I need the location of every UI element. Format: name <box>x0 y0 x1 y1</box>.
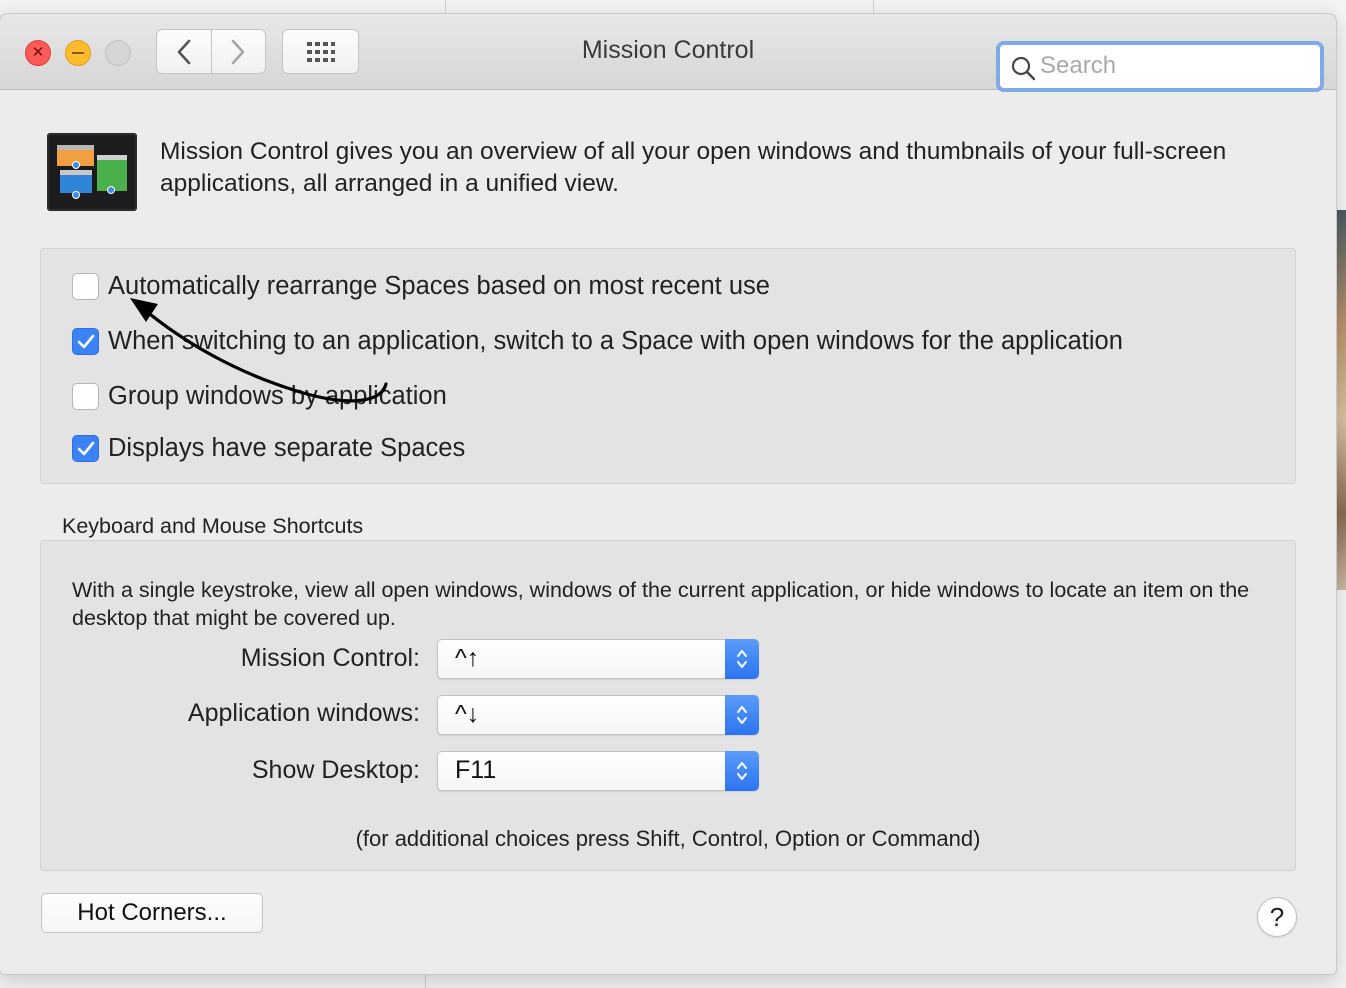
popup-value: F11 <box>455 756 497 784</box>
checkbox-label: Automatically rearrange Spaces based on … <box>108 272 770 300</box>
help-button[interactable]: ? <box>1257 897 1297 937</box>
checkmark-icon <box>77 334 94 348</box>
search-input[interactable] <box>1040 51 1310 81</box>
chevron-right-icon <box>231 39 245 64</box>
checkbox-label: Displays have separate Spaces <box>108 434 466 462</box>
background-divider <box>425 974 426 988</box>
preferences-window: Mission Control Mission Control gives yo… <box>0 14 1336 974</box>
application-windows-shortcut-popup[interactable]: ^↓ <box>437 695 759 735</box>
show-all-preferences-button[interactable] <box>282 29 359 74</box>
checkbox-separate-spaces[interactable] <box>72 435 99 462</box>
background-photo <box>1336 210 1346 590</box>
popup-stepper-icon <box>725 751 759 791</box>
mission-control-shortcut-popup[interactable]: ^↑ <box>437 639 759 679</box>
minimize-window-button[interactable] <box>65 40 91 66</box>
background-divider <box>445 0 446 14</box>
chevron-left-icon <box>177 39 191 64</box>
checkbox-auto-rearrange[interactable] <box>72 273 99 300</box>
zoom-window-button[interactable] <box>105 40 131 66</box>
hot-corners-button[interactable]: Hot Corners... <box>41 893 263 933</box>
close-window-button[interactable] <box>25 40 51 66</box>
show-desktop-shortcut-label: Show Desktop: <box>251 756 420 784</box>
application-windows-shortcut-label: Application windows: <box>187 699 420 727</box>
checkbox-label: Group windows by application <box>108 382 447 410</box>
checkmark-icon <box>77 441 94 455</box>
popup-value: ^↓ <box>455 700 480 728</box>
forward-button[interactable] <box>212 30 266 73</box>
search-field[interactable] <box>996 41 1324 92</box>
show-desktop-shortcut-popup[interactable]: F11 <box>437 751 759 791</box>
popup-stepper-icon <box>725 639 759 679</box>
background-window-top <box>0 0 1346 14</box>
background-window-bottom <box>0 974 1346 988</box>
shortcuts-description: With a single keystroke, view all open w… <box>72 578 1250 630</box>
title-bar: Mission Control <box>0 14 1336 92</box>
window-title: Mission Control <box>581 36 755 64</box>
checkbox-label: When switching to an application, switch… <box>108 327 1123 355</box>
pane-description: Mission Control gives you an overview of… <box>160 138 1227 197</box>
option-group-windows[interactable]: Group windows by application <box>72 382 447 411</box>
grid-icon <box>306 41 335 62</box>
search-icon <box>1011 56 1036 81</box>
option-switch-to-space[interactable]: When switching to an application, switch… <box>72 327 1123 356</box>
mission-control-app-icon <box>47 133 137 211</box>
mission-control-shortcut-label: Mission Control: <box>240 644 420 672</box>
checkbox-group-windows[interactable] <box>72 383 99 410</box>
back-button[interactable] <box>157 30 212 73</box>
shortcuts-heading: Keyboard and Mouse Shortcuts <box>62 514 364 538</box>
modifier-keys-note: (for additional choices press Shift, Con… <box>355 826 981 851</box>
popup-value: ^↑ <box>455 644 480 672</box>
popup-stepper-icon <box>725 695 759 735</box>
checkbox-switch-to-space[interactable] <box>72 328 99 355</box>
option-separate-spaces[interactable]: Displays have separate Spaces <box>72 434 465 463</box>
navigation-buttons <box>156 29 266 74</box>
background-window-right <box>1336 0 1346 988</box>
background-divider <box>873 0 874 14</box>
option-auto-rearrange[interactable]: Automatically rearrange Spaces based on … <box>72 272 770 301</box>
